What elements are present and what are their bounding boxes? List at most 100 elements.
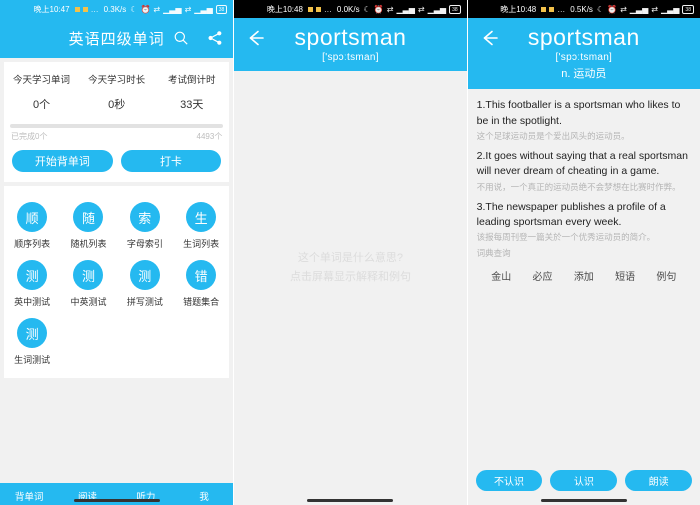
progress-done-label: 已完成0个	[11, 132, 48, 141]
status-more-icon: …	[90, 4, 100, 14]
word-phonetic: ['spɔːtsman]	[555, 52, 613, 64]
moon-icon: ☾	[363, 4, 371, 14]
back-arrow-icon[interactable]	[478, 26, 502, 50]
grid-item-spelling-test[interactable]: 测 拼写测试	[117, 254, 173, 312]
grid-item-en-cn-test[interactable]: 测 英中测试	[4, 254, 60, 312]
screenshot-root: 晚上10:47 … 0.3K/s ☾ ⏰ ⇄ ▁▃▅ ⇄ ▁▃▅ 38 英语四级…	[0, 0, 700, 505]
grid-item-label: 顺序列表	[14, 239, 51, 249]
grid-item-random-list[interactable]: 随 随机列表	[60, 196, 116, 254]
read-aloud-button[interactable]: 朗读	[625, 470, 692, 491]
home-body: 今天学习单词 0个 今天学习时长 0秒 考试倒计时 33天 已完成0个 4493…	[0, 62, 234, 505]
check-in-button[interactable]: 打卡	[120, 150, 222, 172]
stat-value: 0秒	[108, 99, 126, 111]
dict-link-jinshan[interactable]: 金山	[491, 268, 511, 283]
sync-icon: ⇄	[153, 4, 161, 14]
status-time: 晚上10:48	[266, 4, 303, 14]
status-bar: 晚上10:47 … 0.3K/s ☾ ⏰ ⇄ ▁▃▅ ⇄ ▁▃▅ 38	[0, 0, 234, 18]
primary-actions: 开始背单词 打卡	[4, 147, 230, 182]
feature-grid: 顺 顺序列表 随 随机列表 索 字母索引 生 生词列表 测 英中测试 测 中英测…	[4, 186, 230, 378]
signal-icon: ▁▃▅	[427, 4, 447, 14]
reveal-hint-line1: 这个单词是什么意思?	[297, 252, 404, 265]
progress-labels: 已完成0个 4493个	[10, 128, 223, 147]
sync-icon: ⇄	[620, 4, 627, 14]
word-detail-body: 1.This footballer is a sportsman who lik…	[467, 89, 700, 505]
status-bar: 晚上10:48 … 0.0K/s ☾ ⏰ ⇄ ▁▃▅ ⇄ ▁▃▅ 38	[234, 0, 467, 18]
example-sentence: 1.This footballer is a sportsman who lik…	[477, 98, 691, 142]
grid-item-sequential-list[interactable]: 顺 顺序列表	[4, 196, 60, 254]
status-indicator-icon	[315, 6, 321, 12]
grid-icon: 测	[17, 260, 48, 290]
progress-total-label: 4493个	[196, 132, 223, 141]
moon-icon: ☾	[130, 4, 138, 14]
grid-icon: 生	[186, 202, 217, 232]
progress-section: 已完成0个 4493个	[4, 120, 230, 147]
wifi-icon: ⇄	[651, 4, 658, 14]
sentence-cn: 不用说，一个真正的运动员绝不会梦想在比赛时作弊。	[476, 181, 681, 192]
grid-item-label: 生词测试	[14, 355, 51, 365]
dictionary-note: 词典查询	[476, 247, 511, 258]
grid-item-cn-en-test[interactable]: 测 中英测试	[60, 254, 116, 312]
word-header: sportsman ['spɔːtsman] n. 运动员	[467, 18, 700, 90]
sync-icon: ⇄	[386, 4, 394, 14]
dict-link-example[interactable]: 例句	[656, 268, 676, 283]
status-network-speed: 0.5K/s	[570, 4, 593, 14]
grid-item-label: 中英测试	[70, 297, 107, 307]
dict-link-add[interactable]: 添加	[574, 268, 594, 283]
reveal-hint-line2: 点击屏幕显示解释和例句	[289, 271, 411, 284]
example-sentence: 3.The newspaper publishes a profile of a…	[477, 200, 691, 244]
sentence-cn: 该报每周刊登一篇关於一个优秀运动员的简介。	[476, 232, 656, 243]
example-sentence: 2.It goes without saying that a real spo…	[477, 149, 691, 193]
dict-link-phrase[interactable]: 短语	[615, 268, 635, 283]
alarm-icon: ⏰	[607, 4, 618, 14]
grid-item-alphabet-index[interactable]: 索 字母索引	[117, 196, 173, 254]
grid-icon: 测	[129, 260, 160, 290]
word-header: sportsman ['spɔːtsman]	[234, 18, 467, 72]
status-time: 晚上10:47	[33, 4, 70, 14]
stat-label: 今天学习单词	[13, 75, 71, 86]
dont-know-button[interactable]: 不认识	[475, 470, 543, 491]
wifi-icon: ⇄	[417, 4, 425, 14]
signal-icon: ▁▃▅	[629, 4, 649, 14]
status-indicator-icon	[82, 6, 88, 12]
stat-label: 考试倒计时	[168, 75, 216, 86]
grid-item-label: 拼写测试	[126, 297, 163, 307]
grid-icon: 顺	[17, 202, 48, 232]
word-reveal-area[interactable]: 这个单词是什么意思? 点击屏幕显示解释和例句	[234, 71, 467, 505]
stat-value: 0个	[32, 99, 51, 111]
alarm-icon: ⏰	[140, 4, 151, 14]
know-button[interactable]: 认识	[550, 470, 618, 491]
gesture-bar	[0, 499, 233, 502]
start-study-button[interactable]: 开始背单词	[12, 150, 113, 172]
status-indicator-icon	[549, 6, 555, 12]
back-arrow-icon[interactable]	[244, 26, 268, 50]
status-time: 晚上10:48	[500, 4, 537, 14]
stat-exam-countdown: 考试倒计时 33天	[154, 72, 229, 112]
reveal-hint: 这个单词是什么意思? 点击屏幕显示解释和例句	[234, 249, 466, 286]
moon-icon: ☾	[596, 4, 605, 14]
panel-word-hidden: 晚上10:48 … 0.0K/s ☾ ⏰ ⇄ ▁▃▅ ⇄ ▁▃▅ 38 spor…	[233, 0, 467, 505]
grid-item-new-word-test[interactable]: 测 生词测试	[4, 312, 60, 370]
word-title: sportsman	[294, 24, 407, 50]
gesture-bar	[468, 499, 700, 502]
battery-icon: 38	[449, 4, 461, 14]
stat-words-today: 今天学习单词 0个	[4, 72, 79, 112]
battery-icon: 38	[682, 4, 694, 14]
status-network-speed: 0.3K/s	[103, 4, 127, 14]
sentence-en: 1.This footballer is a sportsman who lik…	[476, 99, 681, 127]
app-bar-actions	[171, 18, 225, 58]
sentence-cn: 这个足球运动员是个爱出风头的运动员。	[476, 130, 630, 141]
grid-icon: 错	[186, 260, 217, 290]
grid-item-wrong-collection[interactable]: 错 错题集合	[173, 254, 229, 312]
search-icon[interactable]	[171, 28, 191, 48]
gesture-bar	[234, 499, 466, 502]
stats-row: 今天学习单词 0个 今天学习时长 0秒 考试倒计时 33天	[4, 62, 229, 120]
summary-card: 今天学习单词 0个 今天学习时长 0秒 考试倒计时 33天 已完成0个 4493…	[4, 62, 230, 182]
share-icon[interactable]	[205, 28, 225, 48]
status-indicator-icon	[307, 6, 313, 12]
dict-link-bing[interactable]: 必应	[533, 268, 553, 283]
grid-icon: 测	[17, 318, 48, 348]
grid-icon: 随	[73, 202, 104, 232]
status-indicator-icon	[541, 6, 547, 12]
grid-icon: 索	[129, 202, 160, 232]
grid-item-new-word-list[interactable]: 生 生词列表	[173, 196, 229, 254]
